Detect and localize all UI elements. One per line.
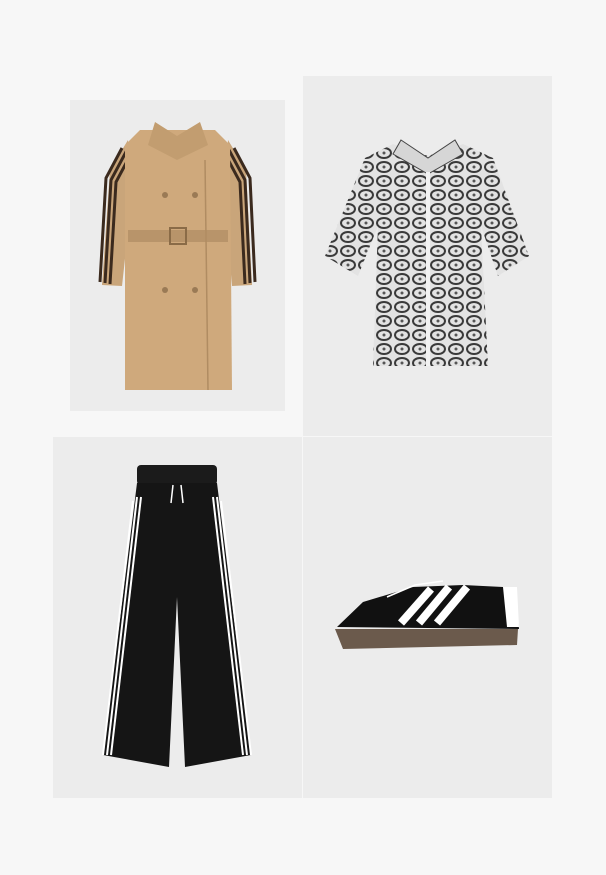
trench-coat-image[interactable]: [70, 100, 285, 411]
track-pants-image[interactable]: [53, 437, 302, 798]
snakeskin-shirt-illustration: [325, 139, 529, 366]
outfit-collage: { "collage": { "items": [ {"name": "tren…: [0, 0, 606, 875]
sneaker-image[interactable]: [303, 437, 552, 798]
trench-coat-illustration: [98, 122, 257, 391]
snakeskin-shirt-image[interactable]: [303, 76, 552, 436]
track-pants-illustration: [102, 465, 252, 767]
sneaker-illustration: [335, 580, 519, 649]
